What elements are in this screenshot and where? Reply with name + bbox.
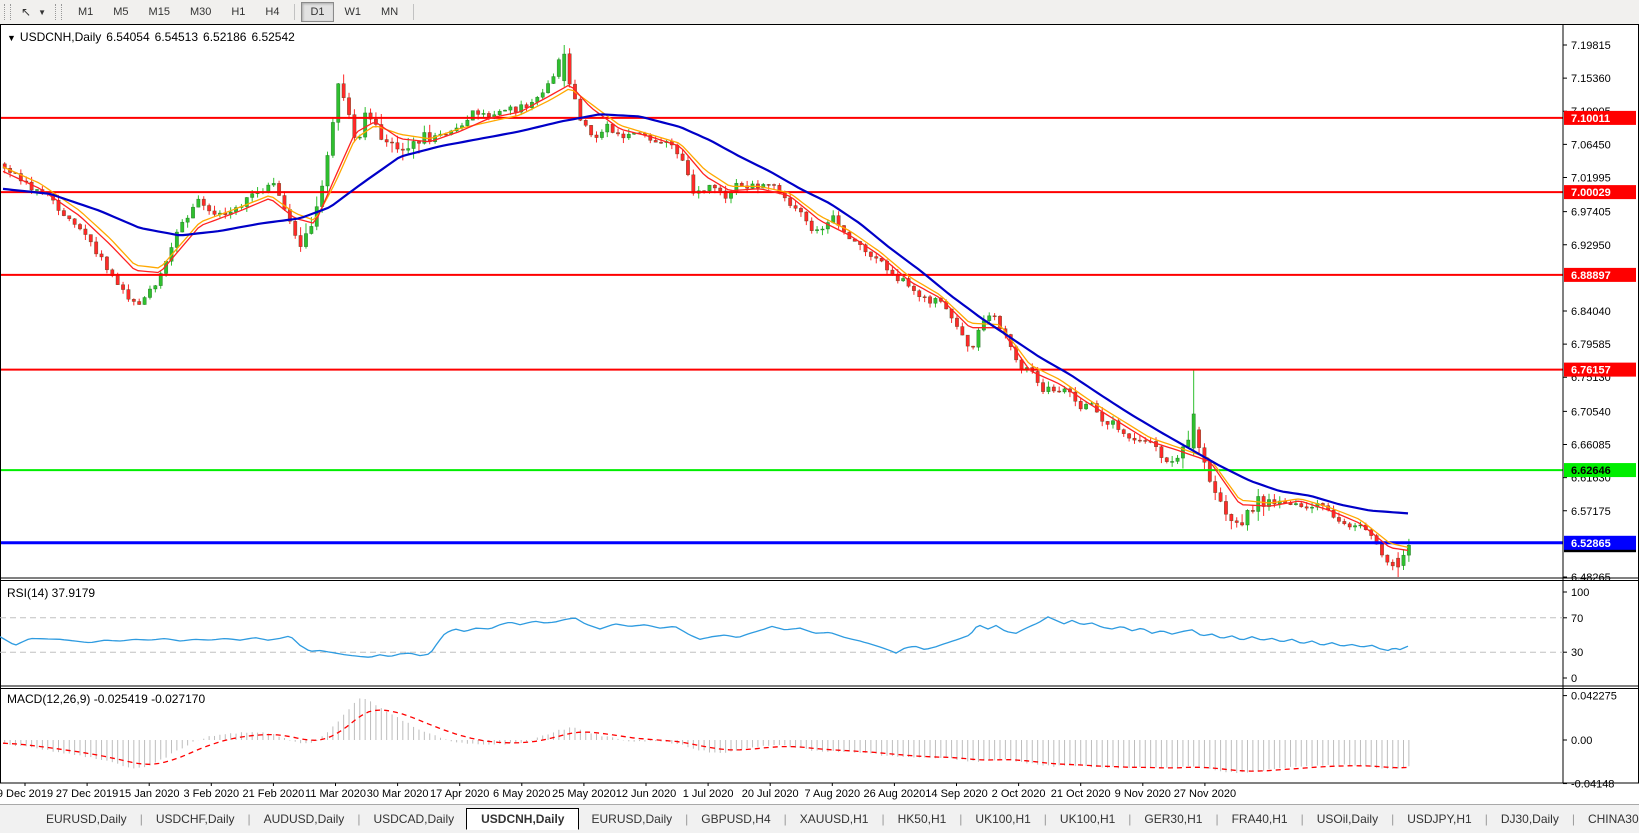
price-tick-label: 6.57175 [1571, 506, 1611, 518]
macd-indicator-label: MACD(12,26,9) -0.025419 -0.027170 [7, 692, 206, 706]
tab-ger30-h1[interactable]: GER30,H1 [1132, 809, 1214, 829]
high-value: 6.54513 [154, 30, 199, 44]
date-tick-label: 2 Oct 2020 [992, 788, 1046, 800]
level-badge-6.88897-label: 6.88897 [1571, 270, 1611, 282]
date-tick-label: 21 Feb 2020 [243, 788, 305, 800]
toolbar-drag-grip[interactable] [4, 4, 11, 20]
toolbar-separator [413, 4, 415, 20]
chart-area[interactable]: 7.198157.153607.109057.064507.019956.974… [0, 25, 1639, 809]
date-tick-label: 12 Jun 2020 [616, 788, 677, 800]
timeframe-toolbar: ↖ ▼ M1 M5 M15 M30 H1 H4 D1 W1 MN [0, 0, 1639, 25]
toolbar-separator [294, 4, 296, 20]
tab-fra40-h1[interactable]: FRA40,H1 [1220, 809, 1300, 829]
price-tick-label: 6.84040 [1571, 306, 1611, 318]
date-tick-label: 15 Jan 2020 [119, 788, 180, 800]
tab-hk50-h1[interactable]: HK50,H1 [886, 809, 959, 829]
level-badge-6.62646-label: 6.62646 [1571, 465, 1611, 477]
date-tick-label: 9 Dec 2019 [0, 788, 53, 800]
toolbar-dropdown-icon[interactable]: ▼ [35, 6, 49, 19]
tab-xauusd-h1[interactable]: XAUUSD,H1 [788, 809, 881, 829]
chart-tabs-bar: EURUSD,Daily | USDCHF,Daily | AUDUSD,Daily | U… [0, 804, 1639, 833]
price-tick-label: 7.19815 [1571, 40, 1611, 52]
price-tick-label: 6.97405 [1571, 207, 1611, 219]
level-badge-7.00029-label: 7.00029 [1571, 187, 1611, 199]
collapse-triangle-icon[interactable]: ▼ [7, 33, 16, 43]
level-badge-7.10011-label: 7.10011 [1571, 113, 1610, 125]
date-tick-label: 6 May 2020 [493, 788, 550, 800]
tab-uk100-h1[interactable]: UK100,H1 [963, 809, 1042, 829]
date-tick-label: 17 Apr 2020 [430, 788, 489, 800]
timeframe-button-m30[interactable]: M30 [181, 2, 220, 22]
date-tick-label: 27 Dec 2019 [56, 788, 118, 800]
close-value: 6.52542 [251, 30, 295, 44]
chart-canvas[interactable]: 7.198157.153607.109057.064507.019956.974… [0, 25, 1639, 804]
date-tick-label: 30 Mar 2020 [367, 788, 429, 800]
date-tick-label: 14 Sep 2020 [925, 788, 987, 800]
symbol-period-label: USDCNH,Daily [19, 30, 102, 44]
tab-usoil-daily[interactable]: USOil,Daily [1305, 809, 1390, 829]
date-tick-label: 21 Oct 2020 [1051, 788, 1111, 800]
low-value: 6.52186 [203, 30, 247, 44]
date-tick-label: 26 Aug 2020 [864, 788, 926, 800]
date-tick-label: 9 Nov 2020 [1115, 788, 1171, 800]
timeframe-button-m15[interactable]: M15 [140, 2, 179, 22]
level-badge-6.52865-label: 6.52865 [1571, 538, 1611, 550]
macd-tick-label: 0.042275 [1571, 691, 1617, 703]
price-tick-label: 6.70540 [1571, 406, 1611, 418]
rsi-tick-label: 70 [1571, 613, 1583, 625]
tab-dj30-daily[interactable]: DJ30,Daily [1489, 809, 1571, 829]
price-tick-label: 7.06450 [1571, 139, 1611, 151]
date-tick-label: 1 Jul 2020 [683, 788, 734, 800]
cursor-tool-icon[interactable]: ↖ [17, 3, 35, 21]
tab-eurusd-daily[interactable]: EURUSD,Daily [579, 809, 684, 829]
tab-gbpusd-h4[interactable]: GBPUSD,H4 [689, 809, 782, 829]
price-tick-label: 6.66085 [1571, 440, 1611, 452]
timeframe-button-h1[interactable]: H1 [222, 2, 254, 22]
open-value: 6.54054 [106, 30, 150, 44]
macd-tick-label: 0.00 [1571, 735, 1592, 747]
tab-usdchf-daily[interactable]: USDCHF,Daily [144, 809, 247, 829]
date-tick-label: 7 Aug 2020 [804, 788, 860, 800]
timeframe-button-m5[interactable]: M5 [104, 2, 137, 22]
tab-eurusd-daily[interactable]: EURUSD,Daily [34, 809, 139, 829]
rsi-tick-label: 30 [1571, 647, 1583, 659]
timeframe-button-mn[interactable]: MN [372, 2, 407, 22]
tab-uk100-h1[interactable]: UK100,H1 [1048, 809, 1127, 829]
rsi-tick-label: 100 [1571, 587, 1589, 599]
tab-audusd-daily[interactable]: AUDUSD,Daily [252, 809, 357, 829]
macd-tick-label: -0.04148 [1571, 779, 1614, 791]
toolbar-drag-grip[interactable] [54, 4, 62, 20]
rsi-indicator-label: RSI(14) 37.9179 [7, 586, 96, 600]
chart-symbol-header: ▼ USDCNH,Daily 6.54054 6.54513 6.52186 6.5254… [7, 30, 295, 44]
price-tick-label: 7.15360 [1571, 73, 1611, 85]
timeframe-button-w1[interactable]: W1 [336, 2, 371, 22]
date-tick-label: 20 Jul 2020 [742, 788, 799, 800]
price-tick-label: 6.79585 [1571, 339, 1611, 351]
date-tick-label: 11 Mar 2020 [305, 788, 366, 800]
price-tick-label: 6.92950 [1571, 240, 1611, 252]
price-tick-label: 7.01995 [1571, 172, 1611, 184]
tab-usdjpy-h1[interactable]: USDJPY,H1 [1395, 809, 1483, 829]
rsi-tick-label: 0 [1571, 673, 1577, 685]
date-tick-label: 3 Feb 2020 [183, 788, 239, 800]
level-badge-6.76157-label: 6.76157 [1571, 365, 1611, 377]
timeframe-button-m1[interactable]: M1 [69, 2, 102, 22]
tab-usdcad-daily[interactable]: USDCAD,Daily [361, 809, 466, 829]
date-tick-label: 27 Nov 2020 [1174, 788, 1236, 800]
timeframe-button-h4[interactable]: H4 [256, 2, 288, 22]
timeframe-button-d1[interactable]: D1 [301, 2, 334, 22]
tab-china300-h1[interactable]: CHINA300,H1 [1576, 809, 1639, 829]
tab-usdcnh-daily[interactable]: USDCNH,Daily [466, 808, 580, 830]
date-tick-label: 25 May 2020 [552, 788, 616, 800]
trading-terminal-window: ↖▼M1M5M15M30H1H4D1W1MN 7.198157.153607.1… [0, 0, 1639, 833]
